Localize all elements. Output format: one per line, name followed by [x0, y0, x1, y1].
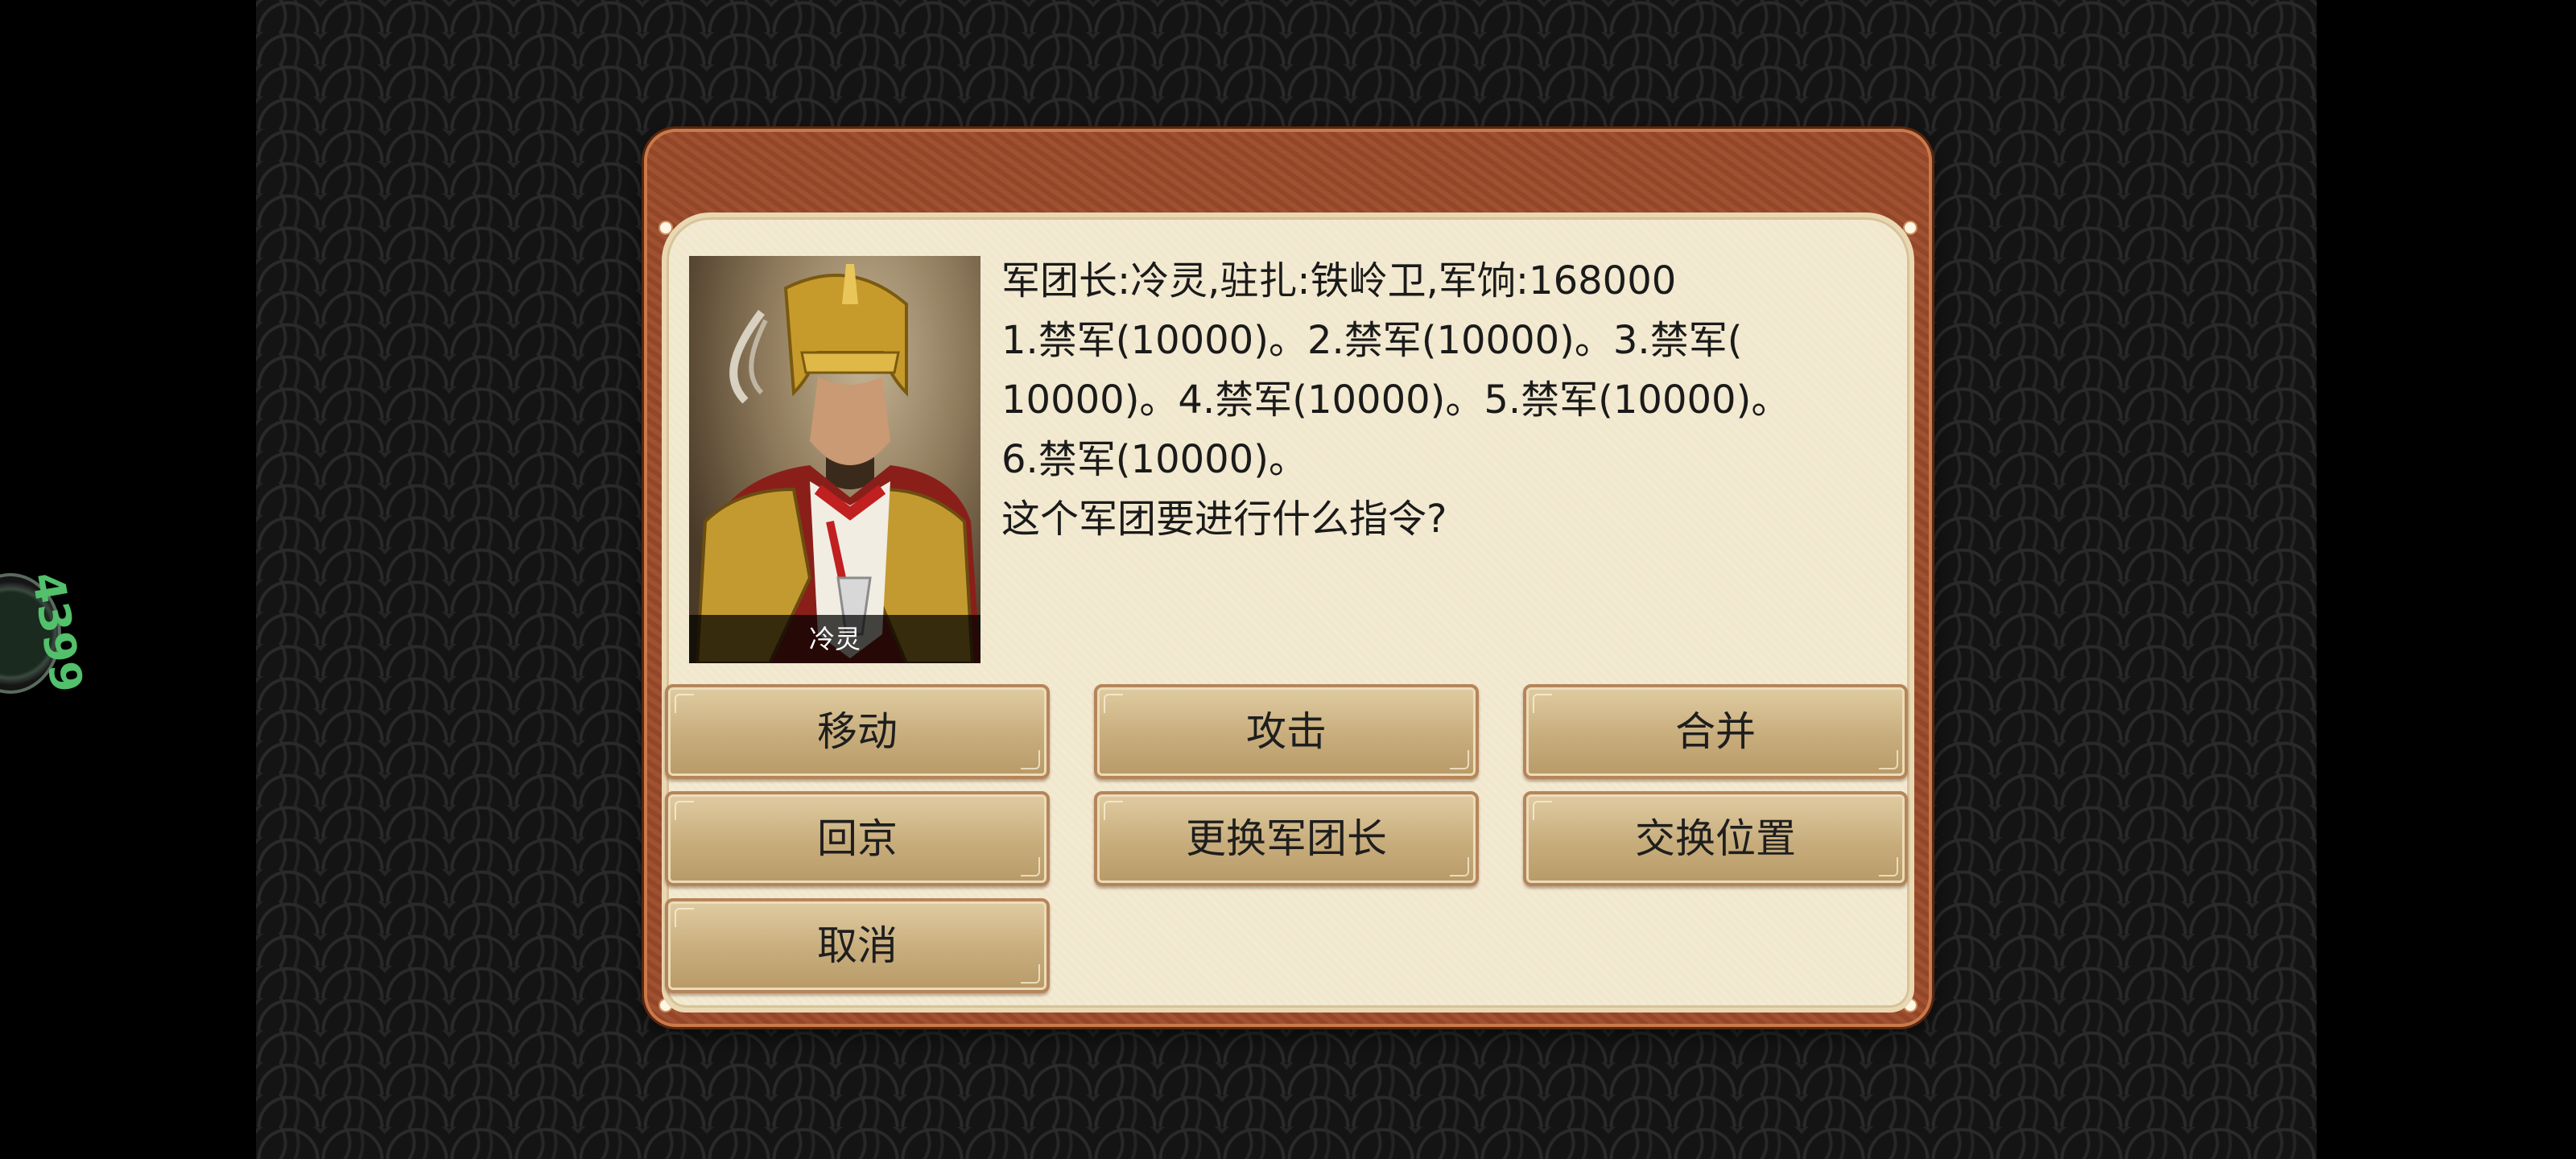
merge-button[interactable]: 合并 — [1523, 684, 1908, 779]
cancel-button[interactable]: 取消 — [665, 898, 1050, 993]
move-button[interactable]: 移动 — [665, 684, 1050, 779]
troop-list-line: 10000)。4.禁军(10000)。5.禁军(10000)。 — [1001, 377, 1790, 423]
commander-name-label: 冷灵 — [689, 615, 980, 663]
army-command-dialog: 冷灵 军团长:冷灵,驻扎:铁岭卫,军饷:168000 1.禁军(10000)。2… — [644, 129, 1932, 1027]
floating-assistant-icon[interactable]: 4399 — [0, 568, 93, 696]
commander-portrait: 冷灵 — [689, 256, 980, 663]
troop-list-line: 6.禁军(10000)。 — [1001, 437, 1307, 482]
swap-position-button[interactable]: 交换位置 — [1523, 791, 1908, 886]
troop-list-line: 1.禁军(10000)。2.禁军(10000)。3.禁军( — [1001, 318, 1743, 363]
army-info-text: 军团长:冷灵,驻扎:铁岭卫,军饷:168000 1.禁军(10000)。2.禁军… — [1001, 251, 1863, 549]
attack-button[interactable]: 攻击 — [1094, 684, 1479, 779]
commander-illustration — [695, 264, 980, 663]
return-capital-button[interactable]: 回京 — [665, 791, 1050, 886]
commander-summary-line: 军团长:冷灵,驻扎:铁岭卫,军饷:168000 — [1001, 258, 1677, 303]
change-commander-button[interactable]: 更换军团长 — [1094, 791, 1479, 886]
command-prompt: 这个军团要进行什么指令? — [1001, 497, 1447, 542]
